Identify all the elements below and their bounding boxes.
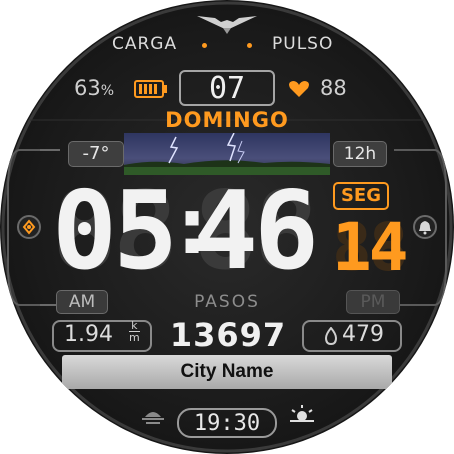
wings-logo-icon	[197, 16, 257, 34]
sun-time-value: 19:30	[193, 411, 261, 436]
pulso-dot	[247, 43, 252, 48]
sunrise-icon	[290, 405, 314, 422]
sun-time-box: 19:30	[177, 408, 277, 438]
city-name: City Name	[62, 355, 392, 389]
date-box: 07	[179, 70, 275, 106]
heart-icon	[289, 81, 309, 97]
calories-value: 479	[342, 322, 384, 347]
nav-left-button[interactable]	[17, 215, 41, 239]
steps-value: 13697	[169, 316, 287, 354]
battery-icon	[134, 80, 167, 98]
distance-value: 1.94	[64, 322, 113, 347]
alarm-button[interactable]	[413, 215, 437, 239]
flame-icon	[324, 327, 338, 345]
heart-rate-value: 88	[320, 76, 347, 100]
steps-label: PASOS	[194, 292, 260, 312]
battery-percent: 63%	[74, 76, 115, 100]
am-indicator: AM	[56, 290, 108, 314]
seconds-label: SEG	[333, 182, 389, 210]
bell-icon	[419, 221, 431, 235]
carga-label: CARGA	[112, 34, 178, 54]
hours-digits: 05	[52, 169, 178, 294]
carga-dot	[202, 43, 207, 48]
pulso-label: PULSO	[272, 34, 334, 54]
sunset-icon	[142, 412, 164, 424]
pm-indicator: PM	[346, 290, 400, 314]
temperature-pill: -7°	[68, 141, 124, 167]
minutes-digits: 46	[193, 169, 319, 294]
day-name: DOMINGO	[165, 108, 289, 132]
watch-face: CARGA PULSO 63% 07 88 DOMINGO -7° 12h 88…	[0, 0, 454, 454]
day-number: 07	[208, 71, 246, 106]
format-12h-pill: 12h	[333, 141, 387, 167]
map-pin-icon	[22, 219, 36, 235]
seconds-digits: 14	[332, 209, 409, 286]
distance-unit: km	[129, 319, 140, 344]
